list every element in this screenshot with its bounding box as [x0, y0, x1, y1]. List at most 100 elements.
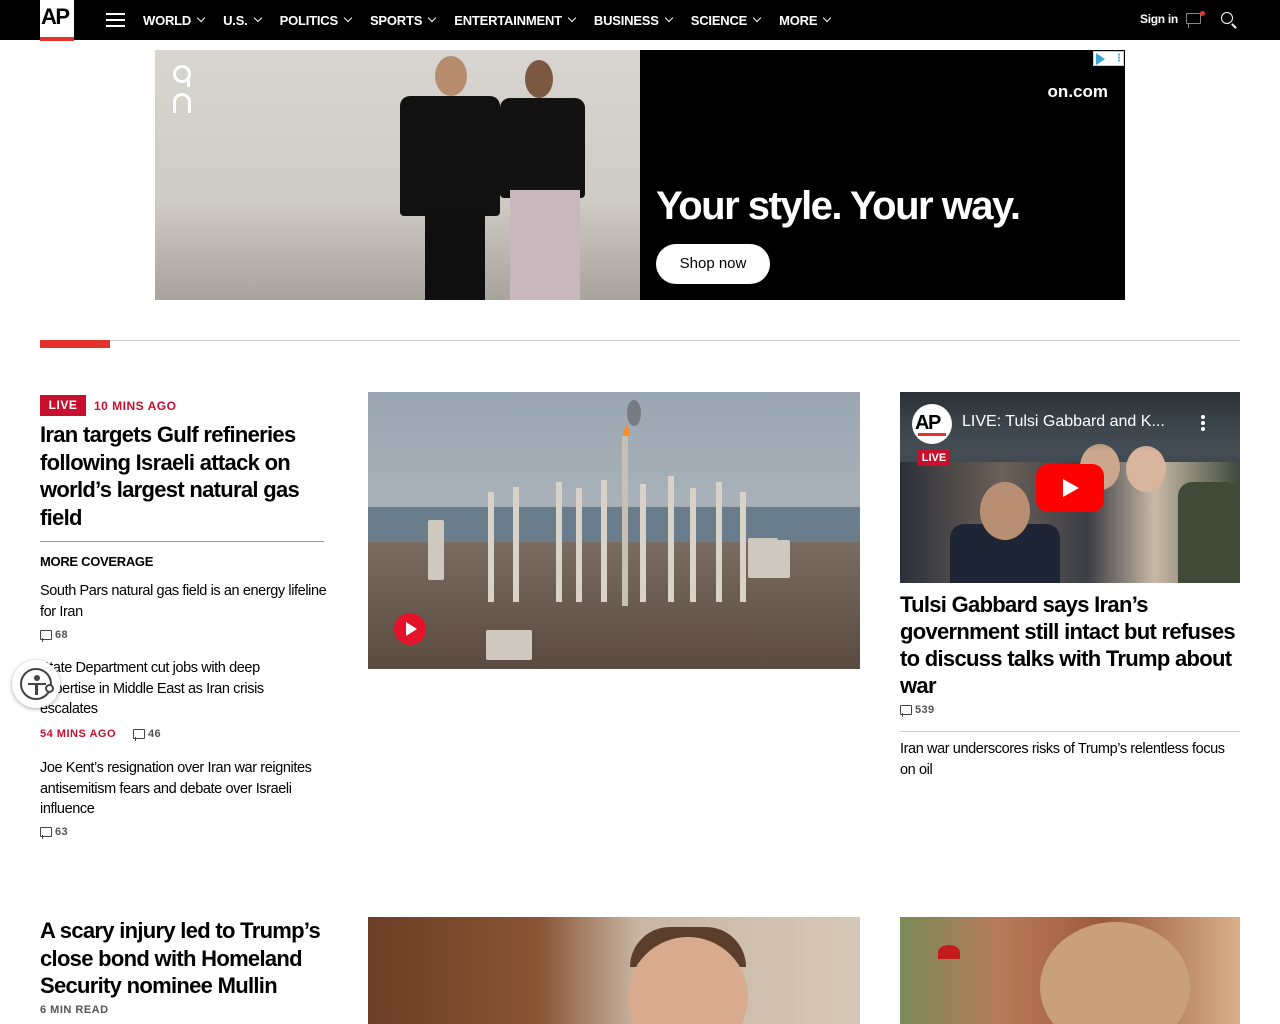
lead-headline[interactable]: Iran targets Gulf refineries following I…	[40, 421, 330, 531]
advertisement-banner[interactable]: on.com Your style. Your way. Shop now ⋮	[155, 50, 1125, 300]
story-image[interactable]	[900, 917, 1240, 1024]
nav-item-label: SCIENCE	[690, 12, 748, 28]
section-accent-bar	[40, 340, 110, 348]
story-image[interactable]	[368, 917, 860, 1024]
story-link[interactable]: South Pars natural gas field is an energ…	[40, 581, 340, 622]
nav-item-label: SPORTS	[369, 12, 423, 28]
chevron-down-icon	[196, 13, 206, 23]
right-divider	[900, 731, 1240, 732]
image-tank	[768, 540, 790, 578]
comment-count[interactable]: 63	[40, 826, 69, 839]
ad-headline: Your style. Your way.	[656, 184, 1021, 228]
nav-item-science[interactable]: SCIENCE	[690, 12, 762, 28]
channel-avatar[interactable]: AP	[912, 404, 952, 444]
main-nav: WORLD U.S. POLITICS SPORTS ENTERTAINMENT…	[143, 0, 849, 40]
video-person	[980, 482, 1030, 540]
comment-icon	[133, 729, 145, 741]
chevron-down-icon	[664, 13, 673, 23]
right-headline[interactable]: Tulsi Gabbard says Iran’s government sti…	[900, 591, 1245, 699]
image-mural-face	[1040, 922, 1190, 1024]
logo-accent-bar	[40, 37, 74, 41]
video-live-badge: LIVE	[918, 450, 950, 466]
menu-icon[interactable]	[106, 13, 125, 27]
nav-item-world[interactable]: WORLD	[143, 12, 206, 28]
ad-photo	[155, 50, 640, 300]
chevron-down-icon	[343, 13, 353, 23]
adchoices-icon[interactable]: ⋮	[1093, 51, 1124, 66]
ad-domain: on.com	[1047, 82, 1108, 101]
ad-text-panel: on.com Your style. Your way. Shop now	[640, 50, 1125, 300]
live-badge: LIVE	[40, 395, 86, 416]
comment-count-value: 539	[915, 704, 935, 716]
image-stack	[668, 476, 674, 602]
image-stack	[488, 492, 494, 602]
video-person	[1178, 482, 1240, 583]
video-player[interactable]: AP LIVE LIVE: Tulsi Gabbard and K...	[900, 392, 1240, 583]
comment-count-value: 68	[55, 629, 69, 641]
nav-item-politics[interactable]: POLITICS	[280, 13, 353, 28]
nav-item-label: WORLD	[143, 12, 192, 28]
comment-count[interactable]: 46	[133, 728, 162, 741]
more-coverage-heading: MORE COVERAGE	[40, 554, 154, 569]
story-link[interactable]: Iran war underscores risks of Trump’s re…	[900, 739, 1240, 780]
image-tank	[428, 520, 444, 580]
bottom-headline[interactable]: A scary injury led to Trump’s close bond…	[40, 917, 340, 1000]
nav-item-more[interactable]: MORE	[779, 12, 832, 28]
nav-item-label: U.S.	[223, 12, 248, 28]
accessibility-widget-button[interactable]	[12, 660, 60, 708]
image-stack	[556, 482, 562, 602]
nav-item-label: MORE	[779, 12, 818, 28]
channel-avatar-text: AP	[915, 412, 941, 434]
image-stack	[740, 492, 746, 602]
image-tank	[486, 630, 532, 660]
lead-story-image[interactable]	[368, 392, 860, 669]
nav-item-entertainment[interactable]: ENTERTAINMENT	[454, 12, 577, 28]
shop-now-button[interactable]: Shop now	[656, 244, 770, 284]
image-mural-hat	[938, 945, 960, 959]
chevron-down-icon	[253, 13, 262, 23]
story-timestamp: 54 MINS AGO	[40, 728, 116, 740]
image-stack	[601, 480, 607, 602]
ap-logo[interactable]: AP	[40, 0, 74, 41]
play-video-button[interactable]	[394, 613, 426, 645]
logo-text: AP	[41, 4, 70, 29]
image-stack	[716, 482, 722, 602]
sign-in-link[interactable]: Sign in	[1140, 12, 1178, 26]
video-title[interactable]: LIVE: Tulsi Gabbard and K...	[962, 413, 1165, 431]
read-time: 6 MIN READ	[40, 1004, 109, 1016]
story-link[interactable]: State Department cut jobs with deep expe…	[40, 658, 310, 720]
nav-item-label: BUSINESS	[593, 12, 659, 28]
top-navigation-bar: AP WORLD U.S. POLITICS SPORTS ENTERTAINM…	[0, 0, 1280, 41]
lead-timestamp: 10 MINS AGO	[94, 399, 177, 413]
image-stack	[640, 484, 646, 602]
image-stack	[576, 488, 582, 602]
image-flare	[624, 426, 629, 436]
chevron-down-icon	[427, 13, 437, 23]
comment-count[interactable]: 539	[900, 704, 935, 717]
search-icon[interactable]	[1221, 12, 1237, 29]
comment-icon	[40, 630, 52, 642]
gear-icon	[45, 684, 54, 693]
video-person	[1126, 446, 1166, 492]
image-smoke	[627, 400, 641, 426]
nav-item-sports[interactable]: SPORTS	[369, 12, 437, 28]
chevron-down-icon	[823, 13, 832, 23]
on-brand-logo-icon	[171, 65, 195, 115]
comment-count-value: 46	[148, 728, 162, 740]
notification-icon[interactable]	[1186, 11, 1205, 28]
lead-divider	[40, 541, 324, 542]
comment-count[interactable]: 68	[40, 629, 69, 642]
nav-item-label: ENTERTAINMENT	[454, 12, 562, 28]
nav-item-business[interactable]: BUSINESS	[593, 12, 673, 28]
image-stack	[690, 488, 696, 602]
nav-item-us[interactable]: U.S.	[223, 12, 262, 28]
comment-icon	[40, 827, 52, 839]
chevron-down-icon	[752, 13, 762, 23]
image-stack	[513, 487, 519, 602]
comment-count-value: 63	[55, 826, 69, 838]
chevron-down-icon	[567, 13, 577, 23]
story-link[interactable]: Joe Kent’s resignation over Iran war rei…	[40, 758, 340, 820]
youtube-play-button[interactable]	[1036, 464, 1104, 512]
more-options-icon[interactable]	[1201, 415, 1205, 431]
image-stack	[622, 436, 628, 606]
